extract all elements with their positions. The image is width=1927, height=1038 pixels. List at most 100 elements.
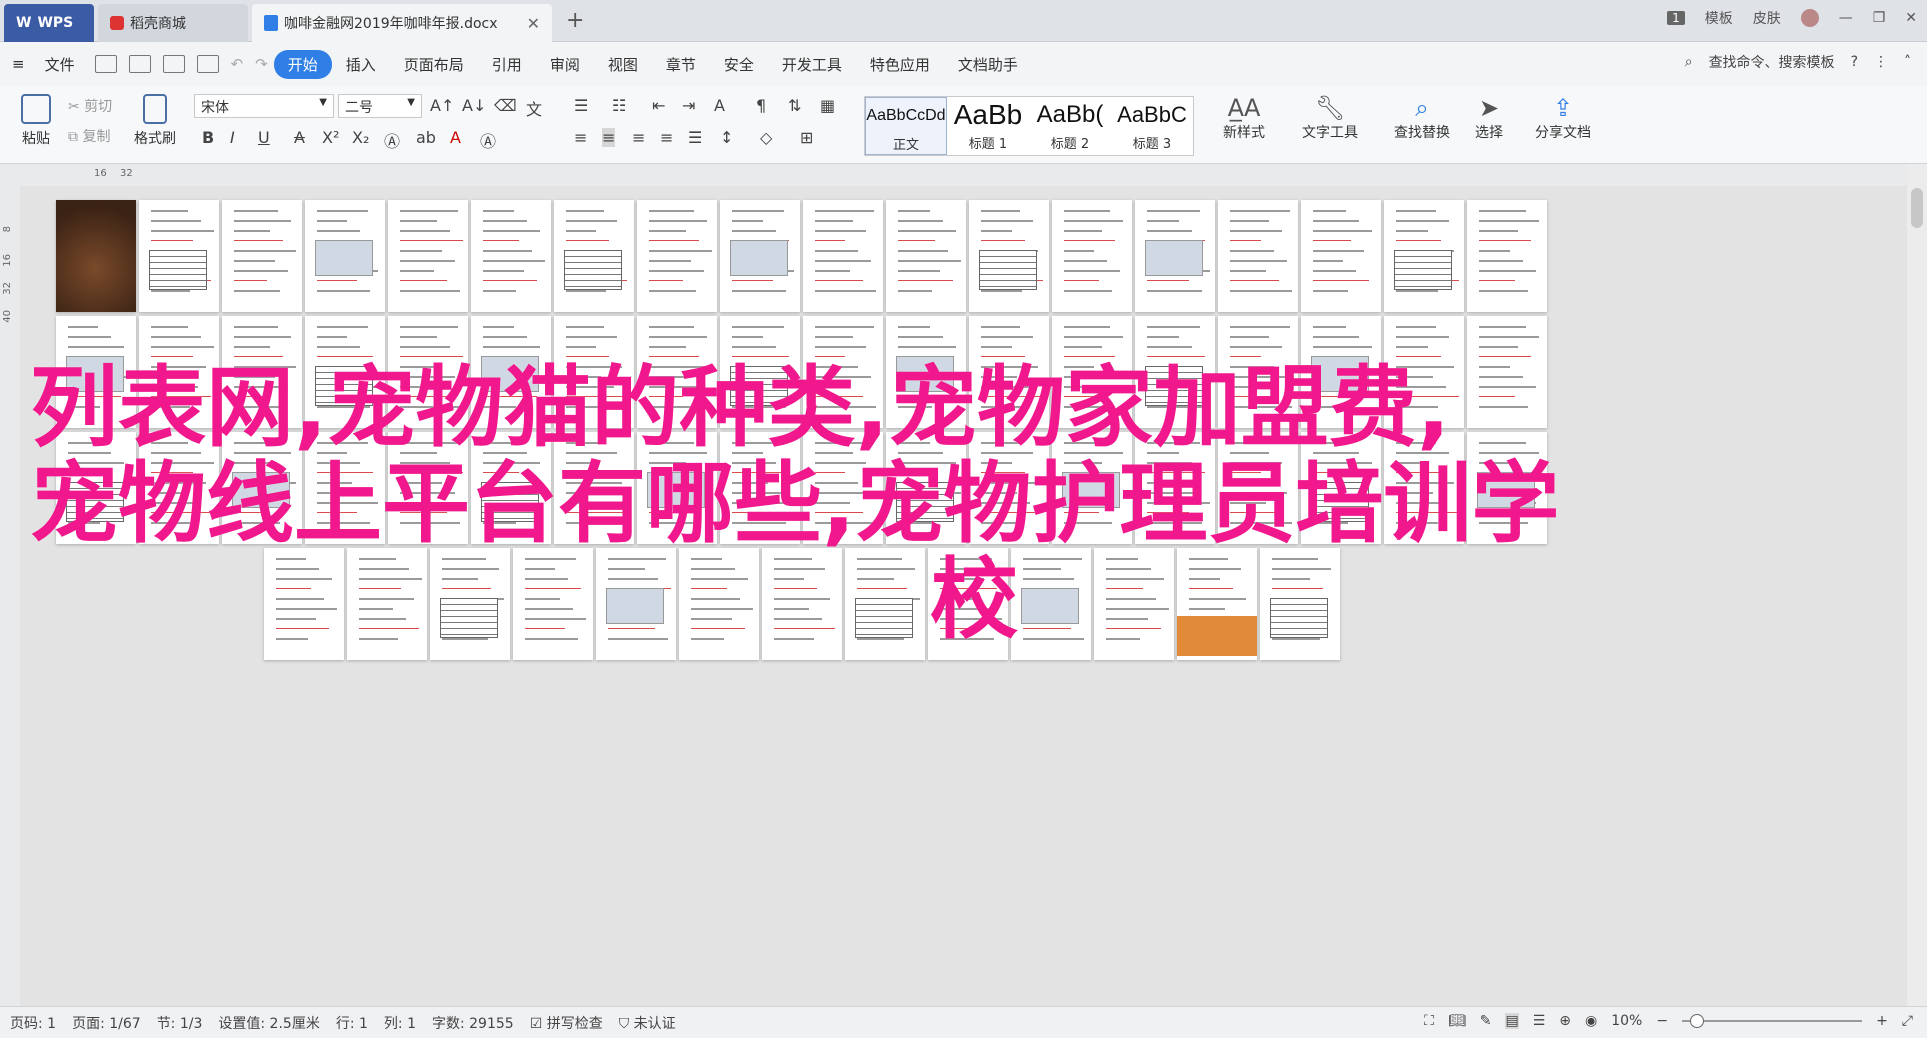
page-view-icon[interactable]: ▤	[1505, 1013, 1519, 1029]
vertical-ruler[interactable]: 8 16 32 40	[0, 186, 20, 1006]
align-center-icon[interactable]: ≡	[602, 128, 616, 147]
page-thumbnail[interactable]	[1260, 548, 1340, 660]
menu-references[interactable]: 引用	[478, 50, 536, 79]
page-thumbnail[interactable]	[1177, 548, 1257, 660]
page-thumbnail[interactable]	[471, 200, 551, 312]
undo-icon[interactable]: ↶	[231, 55, 244, 73]
menu-review[interactable]: 审阅	[536, 50, 594, 79]
show-marks-icon[interactable]: ¶	[756, 96, 766, 115]
redo-icon[interactable]: ↷	[255, 55, 268, 73]
page-thumbnail[interactable]	[1135, 432, 1215, 544]
page-thumbnail[interactable]	[471, 316, 551, 428]
cut-button[interactable]: ✂ 剪切	[68, 96, 112, 116]
tab-wps-home[interactable]: W WPS	[4, 4, 94, 42]
page-thumbnail[interactable]	[554, 432, 634, 544]
find-replace-button[interactable]: ⌕ 查找替换	[1384, 94, 1460, 142]
grow-font-icon[interactable]: A↑	[430, 96, 454, 115]
page-thumbnail[interactable]	[637, 200, 717, 312]
page-thumbnail[interactable]	[886, 432, 966, 544]
horizontal-ruler[interactable]: 16 32	[0, 164, 1927, 186]
status-col[interactable]: 列: 1	[384, 1013, 416, 1033]
page-thumbnail[interactable]	[56, 432, 136, 544]
page-thumbnail[interactable]	[1301, 200, 1381, 312]
save-icon[interactable]	[94, 55, 117, 73]
line-spacing-icon[interactable]: ↕	[720, 128, 733, 147]
page-thumbnail[interactable]	[1218, 200, 1298, 312]
close-icon[interactable]: ✕	[527, 14, 540, 33]
page-thumbnail[interactable]	[1011, 548, 1091, 660]
cert-status[interactable]: ⛉ 未认证	[619, 1013, 676, 1033]
text-tools-button[interactable]: 🔧︎ 文字工具	[1292, 94, 1368, 142]
page-thumbnail[interactable]	[388, 316, 468, 428]
superscript-icon[interactable]: X²	[322, 128, 339, 147]
page-thumbnail[interactable]	[56, 316, 136, 428]
phonetic-icon[interactable]: 文	[526, 96, 542, 120]
page-thumbnail[interactable]	[305, 432, 385, 544]
decrease-indent-icon[interactable]: ⇤	[652, 96, 665, 115]
select-button[interactable]: ➤ 选择	[1464, 94, 1514, 142]
status-word-count[interactable]: 字数: 29155	[432, 1013, 514, 1033]
page-thumbnail[interactable]	[305, 316, 385, 428]
page-thumbnail[interactable]	[139, 316, 219, 428]
increase-indent-icon[interactable]: ⇥	[682, 96, 695, 115]
page-thumbnail[interactable]	[637, 432, 717, 544]
page-thumbnail[interactable]	[554, 200, 634, 312]
align-right-icon[interactable]: ≡	[632, 128, 645, 147]
page-thumbnail[interactable]	[139, 200, 219, 312]
style-heading-2[interactable]: AaBb( 标题 2	[1029, 97, 1111, 155]
window-close-icon[interactable]: ✕	[1905, 10, 1917, 26]
zoom-in-icon[interactable]: +	[1876, 1013, 1888, 1029]
menu-page-layout[interactable]: 页面布局	[390, 50, 478, 79]
restore-icon[interactable]: ❐	[1873, 10, 1886, 26]
font-size-select[interactable]: 二号 ▼	[338, 94, 422, 118]
justify-icon[interactable]: ≡	[660, 128, 673, 147]
page-thumbnail[interactable]	[762, 548, 842, 660]
bold-icon[interactable]: B	[202, 128, 214, 147]
menu-dev-tools[interactable]: 开发工具	[768, 50, 856, 79]
menu-file[interactable]: 文件	[31, 50, 89, 79]
collapse-ribbon-icon[interactable]: ˄	[1904, 54, 1911, 70]
shading-icon[interactable]: ◇	[760, 128, 772, 147]
menu-security[interactable]: 安全	[710, 50, 768, 79]
bullet-list-icon[interactable]: ☰	[574, 96, 588, 115]
page-thumbnail[interactable]	[1301, 316, 1381, 428]
export-pdf-icon[interactable]	[128, 55, 151, 73]
page-thumbnail[interactable]	[969, 200, 1049, 312]
border-icon[interactable]: ▦	[820, 96, 835, 115]
page-thumbnail[interactable]	[222, 316, 302, 428]
distribute-icon[interactable]: ☰	[688, 128, 702, 147]
page-thumbnail[interactable]	[720, 200, 800, 312]
page-thumbnail[interactable]	[1467, 316, 1547, 428]
page-thumbnail[interactable]	[1135, 200, 1215, 312]
page-thumbnail[interactable]	[554, 316, 634, 428]
outline-view-icon[interactable]: ☰	[1533, 1013, 1546, 1029]
fit-page-icon[interactable]: ⤢	[1902, 1013, 1913, 1029]
window-count-badge[interactable]: 1	[1667, 11, 1685, 25]
status-row[interactable]: 行: 1	[336, 1013, 368, 1033]
page-thumbnail[interactable]	[803, 432, 883, 544]
page-thumbnail[interactable]	[56, 200, 136, 312]
menu-special-apps[interactable]: 特色应用	[856, 50, 944, 79]
command-search[interactable]: 查找命令、搜索模板	[1709, 52, 1835, 72]
menu-view[interactable]: 视图	[594, 50, 652, 79]
tab-document[interactable]: 咖啡金融网2019年咖啡年报.docx ✕	[252, 4, 552, 42]
shrink-font-icon[interactable]: A↓	[462, 96, 486, 115]
zoom-level[interactable]: 10%	[1611, 1013, 1642, 1029]
page-thumbnail[interactable]	[388, 200, 468, 312]
status-page-number[interactable]: 页码: 1	[10, 1013, 56, 1033]
page-thumbnail[interactable]	[1301, 432, 1381, 544]
font-color-icon[interactable]: A	[450, 128, 461, 147]
page-thumbnail[interactable]	[1467, 200, 1547, 312]
underline-icon[interactable]: U	[258, 128, 270, 147]
page-thumbnail[interactable]	[596, 548, 676, 660]
status-section[interactable]: 节: 1/3	[157, 1013, 203, 1033]
page-thumbnail[interactable]	[1094, 548, 1174, 660]
page-thumbnail[interactable]	[845, 548, 925, 660]
align-left-icon[interactable]: ≡	[574, 128, 587, 147]
page-thumbnail[interactable]	[1384, 432, 1464, 544]
italic-icon[interactable]: I	[230, 128, 235, 147]
zoom-slider[interactable]	[1682, 1014, 1863, 1028]
write-mode-icon[interactable]: ✎	[1480, 1013, 1492, 1029]
page-thumbnail[interactable]	[264, 548, 344, 660]
fullscreen-icon[interactable]: ⛶	[1424, 1013, 1434, 1029]
